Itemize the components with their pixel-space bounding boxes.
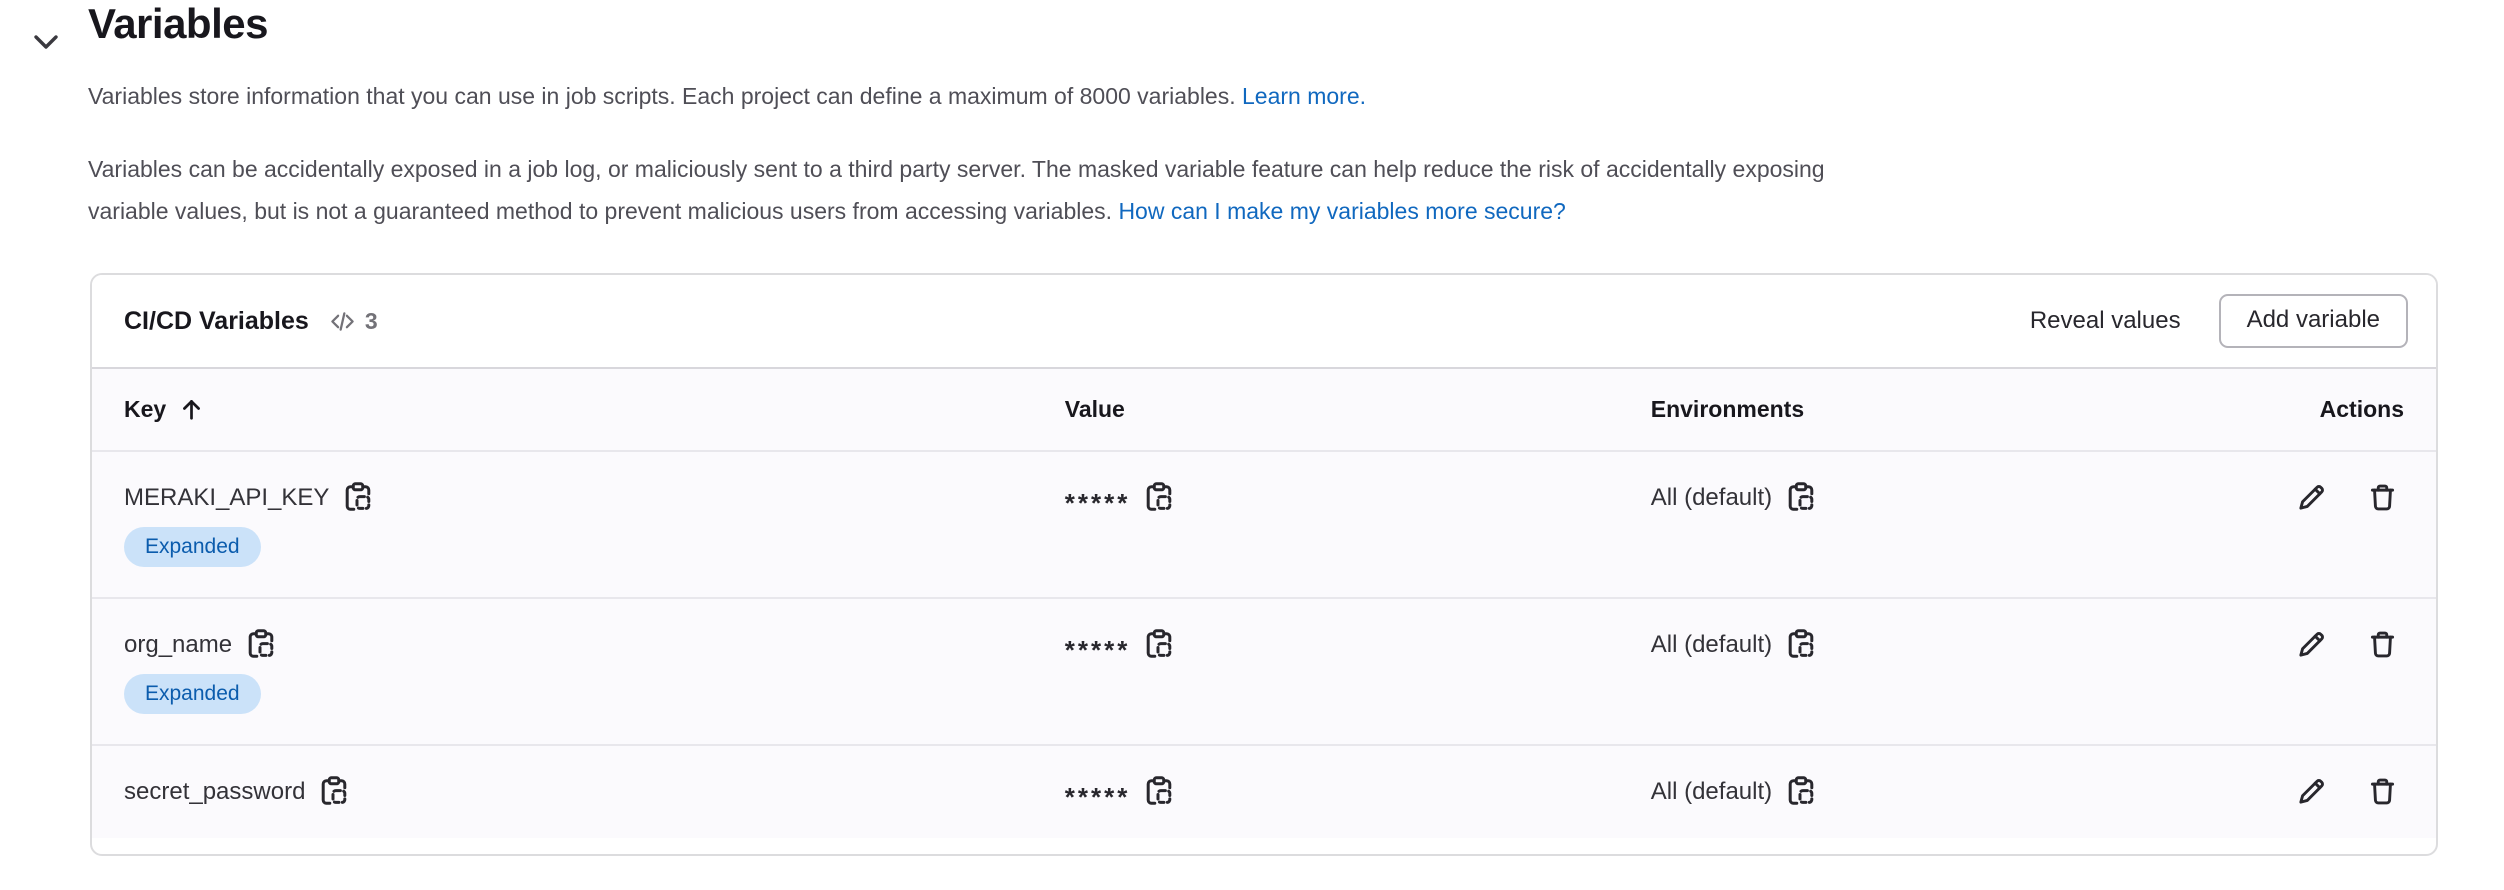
copy-to-clipboard-icon — [344, 482, 372, 514]
copy-value-button[interactable] — [1145, 629, 1173, 661]
copy-key-button[interactable] — [344, 482, 372, 514]
copy-key-button[interactable] — [247, 629, 275, 661]
section-description: Variables store information that you can… — [88, 76, 1366, 116]
status-badge: Expanded — [124, 527, 261, 567]
copy-to-clipboard-icon — [1787, 629, 1815, 661]
remove-icon — [2367, 482, 2398, 513]
table-row: org_name Expanded ***** All (default) — [92, 597, 2436, 745]
column-header-key-label: Key — [124, 396, 167, 422]
copy-to-clipboard-icon — [1787, 482, 1815, 514]
variable-value: ***** — [1064, 487, 1131, 518]
delete-variable-button[interactable] — [2367, 482, 2398, 513]
variable-key: MERAKI_API_KEY — [124, 484, 330, 511]
column-header-environments: Environments — [1650, 396, 1805, 422]
copy-to-clipboard-icon — [247, 629, 275, 661]
learn-more-link[interactable]: Learn more. — [1242, 83, 1366, 109]
column-header-key[interactable]: Key — [92, 368, 1065, 451]
edit-variable-button[interactable] — [2296, 482, 2327, 513]
description-text: Variables store information that you can… — [88, 83, 1236, 109]
column-header-actions: Actions — [2319, 396, 2404, 422]
table-row: MERAKI_API_KEY Expanded ***** All (defau… — [92, 450, 2436, 598]
masked-variable-warning: Variables can be accidentally exposed in… — [88, 148, 2418, 232]
variable-key: org_name — [124, 631, 233, 658]
variable-value: ***** — [1064, 634, 1131, 665]
variable-key: secret_password — [124, 778, 306, 805]
edit-variable-button[interactable] — [2296, 776, 2327, 807]
remove-icon — [2367, 629, 2398, 660]
variables-count-badge: 3 — [329, 308, 378, 335]
variable-value: ***** — [1064, 781, 1131, 812]
variables-secure-link[interactable]: How can I make my variables more secure? — [1118, 198, 1565, 224]
copy-to-clipboard-icon — [1145, 482, 1173, 514]
delete-variable-button[interactable] — [2367, 776, 2398, 807]
card-title: CI/CD Variables — [124, 306, 309, 335]
table-row: secret_password ***** All (default) — [92, 744, 2436, 838]
delete-variable-button[interactable] — [2367, 629, 2398, 660]
arrow-up-icon — [178, 396, 205, 423]
copy-to-clipboard-icon — [1145, 776, 1173, 808]
warning-line-2: variable values, but is not a guaranteed… — [88, 198, 1113, 224]
add-variable-button[interactable]: Add variable — [2218, 294, 2408, 348]
copy-environments-button[interactable] — [1787, 776, 1815, 808]
copy-environments-button[interactable] — [1787, 629, 1815, 661]
copy-to-clipboard-icon — [320, 776, 348, 808]
pencil-icon — [2296, 776, 2327, 807]
page-title: Variables — [88, 0, 268, 47]
table-header-row: Key Value Environments Actions — [92, 368, 2436, 451]
code-icon — [329, 308, 356, 335]
copy-value-button[interactable] — [1145, 482, 1173, 514]
warning-line-1: Variables can be accidentally exposed in… — [88, 156, 1825, 182]
column-header-value: Value — [1064, 396, 1125, 422]
edit-variable-button[interactable] — [2296, 629, 2327, 660]
variable-environments: All (default) — [1650, 484, 1773, 511]
card-header: CI/CD Variables 3 Reveal values Add vari… — [92, 275, 2436, 367]
remove-icon — [2367, 776, 2398, 807]
status-badge: Expanded — [124, 674, 261, 714]
reveal-values-button[interactable]: Reveal values — [2030, 307, 2181, 335]
pencil-icon — [2296, 482, 2327, 513]
pencil-icon — [2296, 629, 2327, 660]
variables-count: 3 — [364, 307, 378, 334]
copy-to-clipboard-icon — [1787, 776, 1815, 808]
cicd-variables-card: CI/CD Variables 3 Reveal values Add vari… — [90, 273, 2438, 856]
chevron-down-icon — [30, 26, 62, 58]
variables-table: Key Value Environments Actions MERAKI_AP… — [92, 367, 2436, 838]
variable-environments: All (default) — [1650, 631, 1773, 658]
card-header-actions: Reveal values Add variable — [2030, 294, 2408, 348]
section-collapse-button[interactable] — [20, 16, 72, 68]
copy-to-clipboard-icon — [1145, 629, 1173, 661]
variable-environments: All (default) — [1650, 778, 1773, 805]
copy-value-button[interactable] — [1145, 776, 1173, 808]
copy-key-button[interactable] — [320, 776, 348, 808]
copy-environments-button[interactable] — [1787, 482, 1815, 514]
